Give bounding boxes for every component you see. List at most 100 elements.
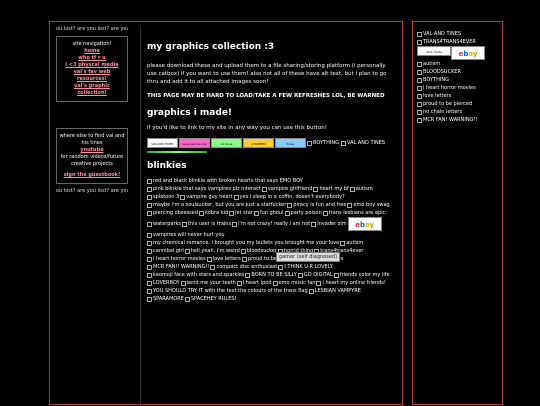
blinkie: fun ghoul — [253, 209, 284, 217]
made-title: graphics i made! — [147, 108, 233, 118]
blinkie: this user is trains — [182, 217, 231, 231]
blinkie-alt-text: party poison — [290, 210, 322, 216]
right-stamp: autism — [417, 60, 498, 68]
broken-image-icon — [316, 280, 322, 286]
broken-image-icon — [287, 202, 293, 208]
blinkie-alt-text: i heart my online friends! — [322, 280, 386, 286]
blinkie: i heart ipod — [236, 279, 272, 287]
blinkie: LOVERBOY — [147, 279, 180, 287]
blinkie-alt-text: MCR FAN!! WARNING!! — [153, 264, 210, 270]
nav-link-web-resources[interactable]: val's fav web resources! — [59, 69, 125, 83]
right-stamp: MCR FAN! WARNING!! — [417, 116, 498, 124]
nav-link-home[interactable]: home — [59, 48, 125, 55]
broken-image-icon — [284, 210, 290, 216]
blinkie-alt-text: autism — [355, 186, 373, 192]
blinkie-alt-text: bloodsucker — [246, 248, 277, 254]
badge-val-tines[interactable]: VAL AND TINES — [340, 139, 385, 147]
blinkie: trans lesbians are epic — [322, 209, 386, 217]
nav-title: site navigation! — [72, 41, 112, 47]
nav-link-graphic-collection[interactable]: val's graphic collection! — [59, 83, 125, 97]
blinkie-alt-text: kobra kid — [205, 210, 229, 216]
badge-lol-tines[interactable]: lol tines — [211, 138, 242, 148]
broken-image-icon — [308, 288, 314, 294]
blinkie: BORN TO BE SILLY — [245, 271, 297, 279]
badge-keep-wandering[interactable]: keep wandering — [179, 138, 210, 148]
broken-image-icon — [199, 210, 205, 216]
blinkie-alt-text: pink blinkie that says vampires plz inte… — [153, 186, 261, 192]
broken-image-icon — [278, 264, 284, 270]
broken-image-icon — [233, 194, 239, 200]
blinkie-alt-text: GO DIGITAL — [303, 272, 333, 278]
blinkie: i heart my online friends! — [316, 279, 386, 287]
site-navigation-box: site navigation! home who tf r u i <3 ph… — [56, 36, 128, 102]
broken-image-icon — [340, 240, 346, 246]
blinkie: friends color my life — [333, 271, 390, 279]
ebay-addict-badge: ebay — [451, 46, 485, 60]
youtube-link[interactable]: youtube — [59, 147, 125, 154]
badge-chopped[interactable]: CHOPPED — [243, 138, 274, 148]
nav-link-physical-media[interactable]: i <3 physcal media — [59, 62, 125, 69]
broken-image-icon — [206, 256, 212, 262]
broken-image-icon — [180, 280, 186, 286]
elsewhere-text: where else to find val and his tines — [59, 133, 125, 146]
blinkie: maybe i'm a soulsucker, but you are just… — [147, 201, 286, 209]
badge-val-and-tines[interactable]: VALAND TINES — [147, 138, 178, 148]
broken-image-icon — [147, 296, 152, 302]
marquee-bottom: ou lost? are you lost? are you lost? are… — [56, 188, 128, 194]
broken-image-icon — [180, 194, 186, 200]
badge-tines[interactable]: tines — [275, 138, 306, 148]
page-title: my graphics collection :3 — [147, 42, 275, 52]
blinkie-alt-text: red and black blinkie with broken hearts… — [153, 178, 303, 184]
blinkie-alt-text: i heart ipod — [242, 280, 272, 286]
broken-image-icon — [147, 264, 152, 270]
marquee-top: ou lost? are you lost? are you lost? are… — [56, 26, 128, 32]
blinkie: invader zim — [311, 217, 347, 231]
blinkie-alt-text: heart my bf — [319, 186, 349, 192]
blinkie-alt-text: invader zim — [317, 221, 347, 227]
blinkie-alt-text: SPARAMORE — [153, 296, 184, 302]
blinkie-alt-text: vampires will never hurt you — [153, 232, 225, 238]
blinkie-alt-text: trans lesbians are epic — [328, 210, 386, 216]
elsewhere-box: where else to find val and his tines you… — [56, 128, 128, 184]
broken-image-icon — [147, 288, 152, 294]
broken-image-icon — [313, 186, 319, 192]
blinkie: autism — [349, 185, 373, 193]
ebay-addict-badge: ebay — [347, 217, 382, 231]
blinkie-alt-text: BORN TO BE SILLY — [251, 272, 297, 278]
guestbook-link[interactable]: sign the guestbook! — [59, 172, 125, 179]
broken-image-icon — [232, 221, 238, 227]
blinkie: autism — [340, 239, 363, 247]
blinkie: SPACEHEY RULES! — [184, 295, 237, 303]
blinkie: kaomoji face with stars and sparkles — [147, 271, 244, 279]
blinkie: love letters — [206, 255, 241, 263]
badge-boything[interactable]: BOYTHING — [307, 139, 339, 147]
broken-image-icon — [210, 264, 216, 270]
broken-image-icon — [236, 280, 242, 286]
blinkie-alt-text: this user is trains — [188, 221, 232, 227]
blinkie: I THINK U R LOVELY — [278, 263, 333, 271]
blinkie-alt-text: compact disc enthusiast — [216, 264, 278, 270]
blinkie: my chemical romance, i brought you my bu… — [147, 239, 339, 247]
broken-image-icon — [147, 248, 152, 254]
blinkie: kobra kid — [199, 209, 228, 217]
broken-image-icon — [417, 117, 422, 123]
blinkie-alt-text: waterparks — [153, 221, 182, 227]
broken-image-icon — [417, 85, 422, 91]
right-list: VAL AND TINES TRANS4TRANS4EVER dark mode eb… — [413, 22, 502, 132]
nav-link-who[interactable]: who tf r u — [59, 55, 125, 62]
blinkie: i heart horror movies — [147, 255, 206, 263]
blinkie: SPARAMORE — [147, 295, 184, 303]
broken-image-icon — [147, 256, 152, 262]
left-sidebar: ou lost? are you lost? are you lost? are… — [56, 26, 128, 195]
blinkie: emo boy swag — [347, 201, 390, 209]
broken-image-icon — [297, 272, 303, 278]
broken-image-icon — [340, 140, 346, 146]
right-stamp: TRANS4TRANS4EVER — [417, 38, 498, 46]
made-badges: VALAND TINES keep wandering lol tines CH… — [147, 138, 393, 148]
broken-image-icon — [307, 140, 312, 146]
blinkie: YOU SHOULD TRY IT with the text the colo… — [147, 287, 308, 295]
blinkie-alt-text: LESBIAN VAMPYRE — [314, 288, 361, 294]
blinkie-alt-text: i heart horror movies — [153, 256, 206, 262]
blinkies-title: blinkies — [147, 161, 187, 171]
blinkie: jet star — [229, 209, 253, 217]
